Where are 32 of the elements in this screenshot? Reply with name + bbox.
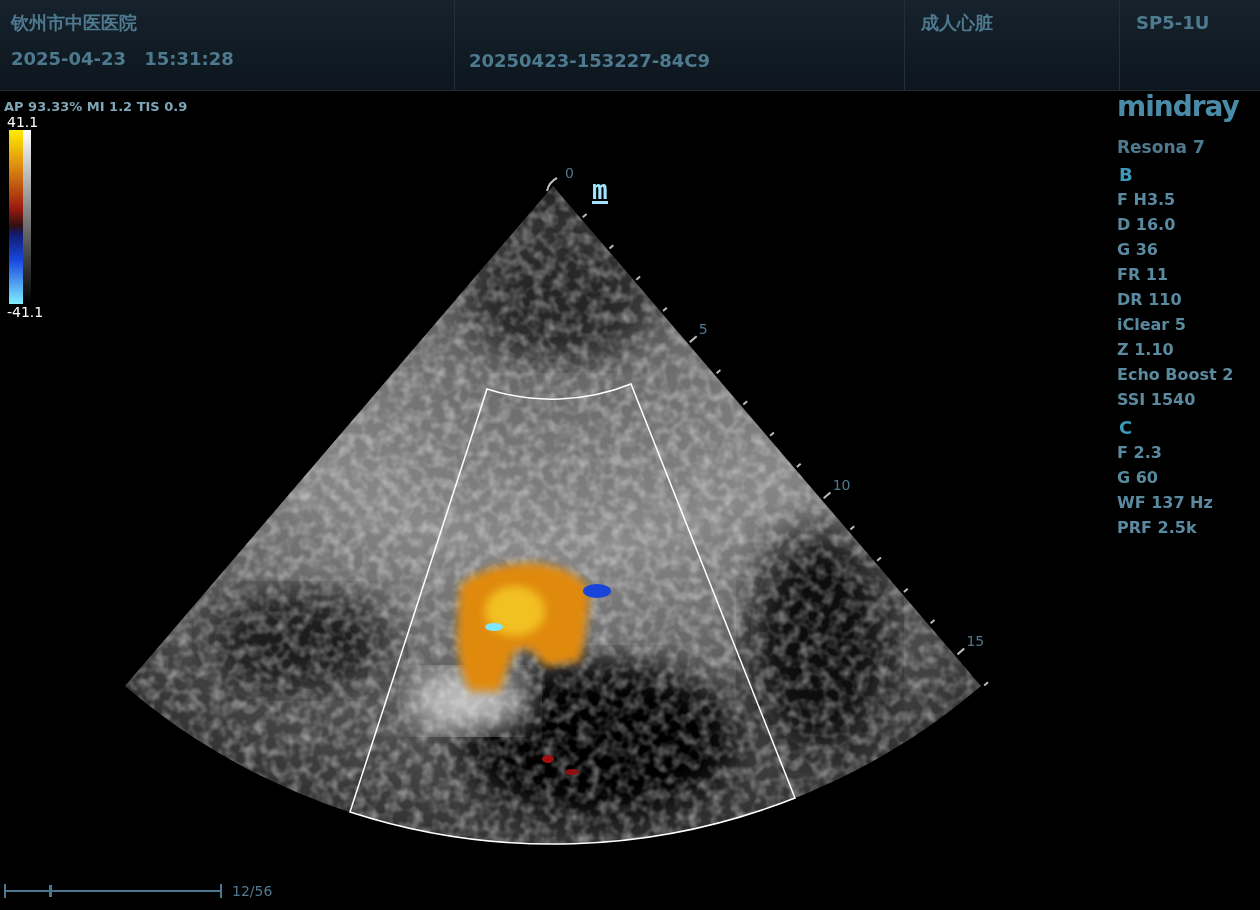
parameter-readout: DR 110 — [1117, 289, 1183, 311]
parameter-readout: F 2.3 — [1117, 442, 1163, 464]
exam-preset: 成人心脏 — [921, 12, 994, 34]
exam-date: 2025-04-23 — [11, 48, 127, 70]
depth-label: 5 — [698, 321, 708, 338]
parameter-readout: Z 1.10 — [1117, 339, 1175, 361]
parameter-readout: G 60 — [1117, 467, 1159, 489]
color-scale-min: -41.1 — [6, 304, 45, 320]
system-model: Resona 7 — [1117, 136, 1206, 159]
parameter-readout: F H3.5 — [1117, 189, 1177, 211]
parameter-readout: PRF 2.5k — [1117, 517, 1198, 539]
parameter-readout: FR 11 — [1117, 264, 1170, 286]
acoustic-output-readout: AP 93.33% MI 1.2 TIS 0.9 — [4, 99, 188, 114]
depth-label: 0 — [565, 165, 574, 181]
mode-label: B — [1118, 163, 1134, 187]
brand-logo: mindray — [1117, 91, 1239, 123]
parameter-readout: WF 137 Hz — [1117, 492, 1214, 514]
hospital-name: 钦州市中医医院 — [11, 12, 138, 34]
parameter-readout: iClear 5 — [1117, 314, 1187, 336]
probe-name: SP5-1U — [1136, 12, 1211, 34]
mode-label: C — [1118, 416, 1134, 440]
parameter-readout: Echo Boost 2 — [1117, 364, 1235, 386]
cine-slider-handle[interactable] — [48, 885, 52, 897]
depth-label: 10 — [832, 477, 851, 494]
parameter-readout: SSI 1540 — [1117, 389, 1197, 411]
exam-id: 20250423-153227-84C9 — [469, 50, 712, 72]
depth-label: 15 — [966, 633, 985, 650]
parameter-readout: G 36 — [1117, 239, 1159, 261]
parameter-readout: D 16.0 — [1117, 214, 1177, 236]
exam-time: 15:31:28 — [144, 48, 234, 70]
color-scale-max: 41.1 — [6, 114, 40, 130]
frame-counter: 12/56 — [232, 883, 273, 899]
